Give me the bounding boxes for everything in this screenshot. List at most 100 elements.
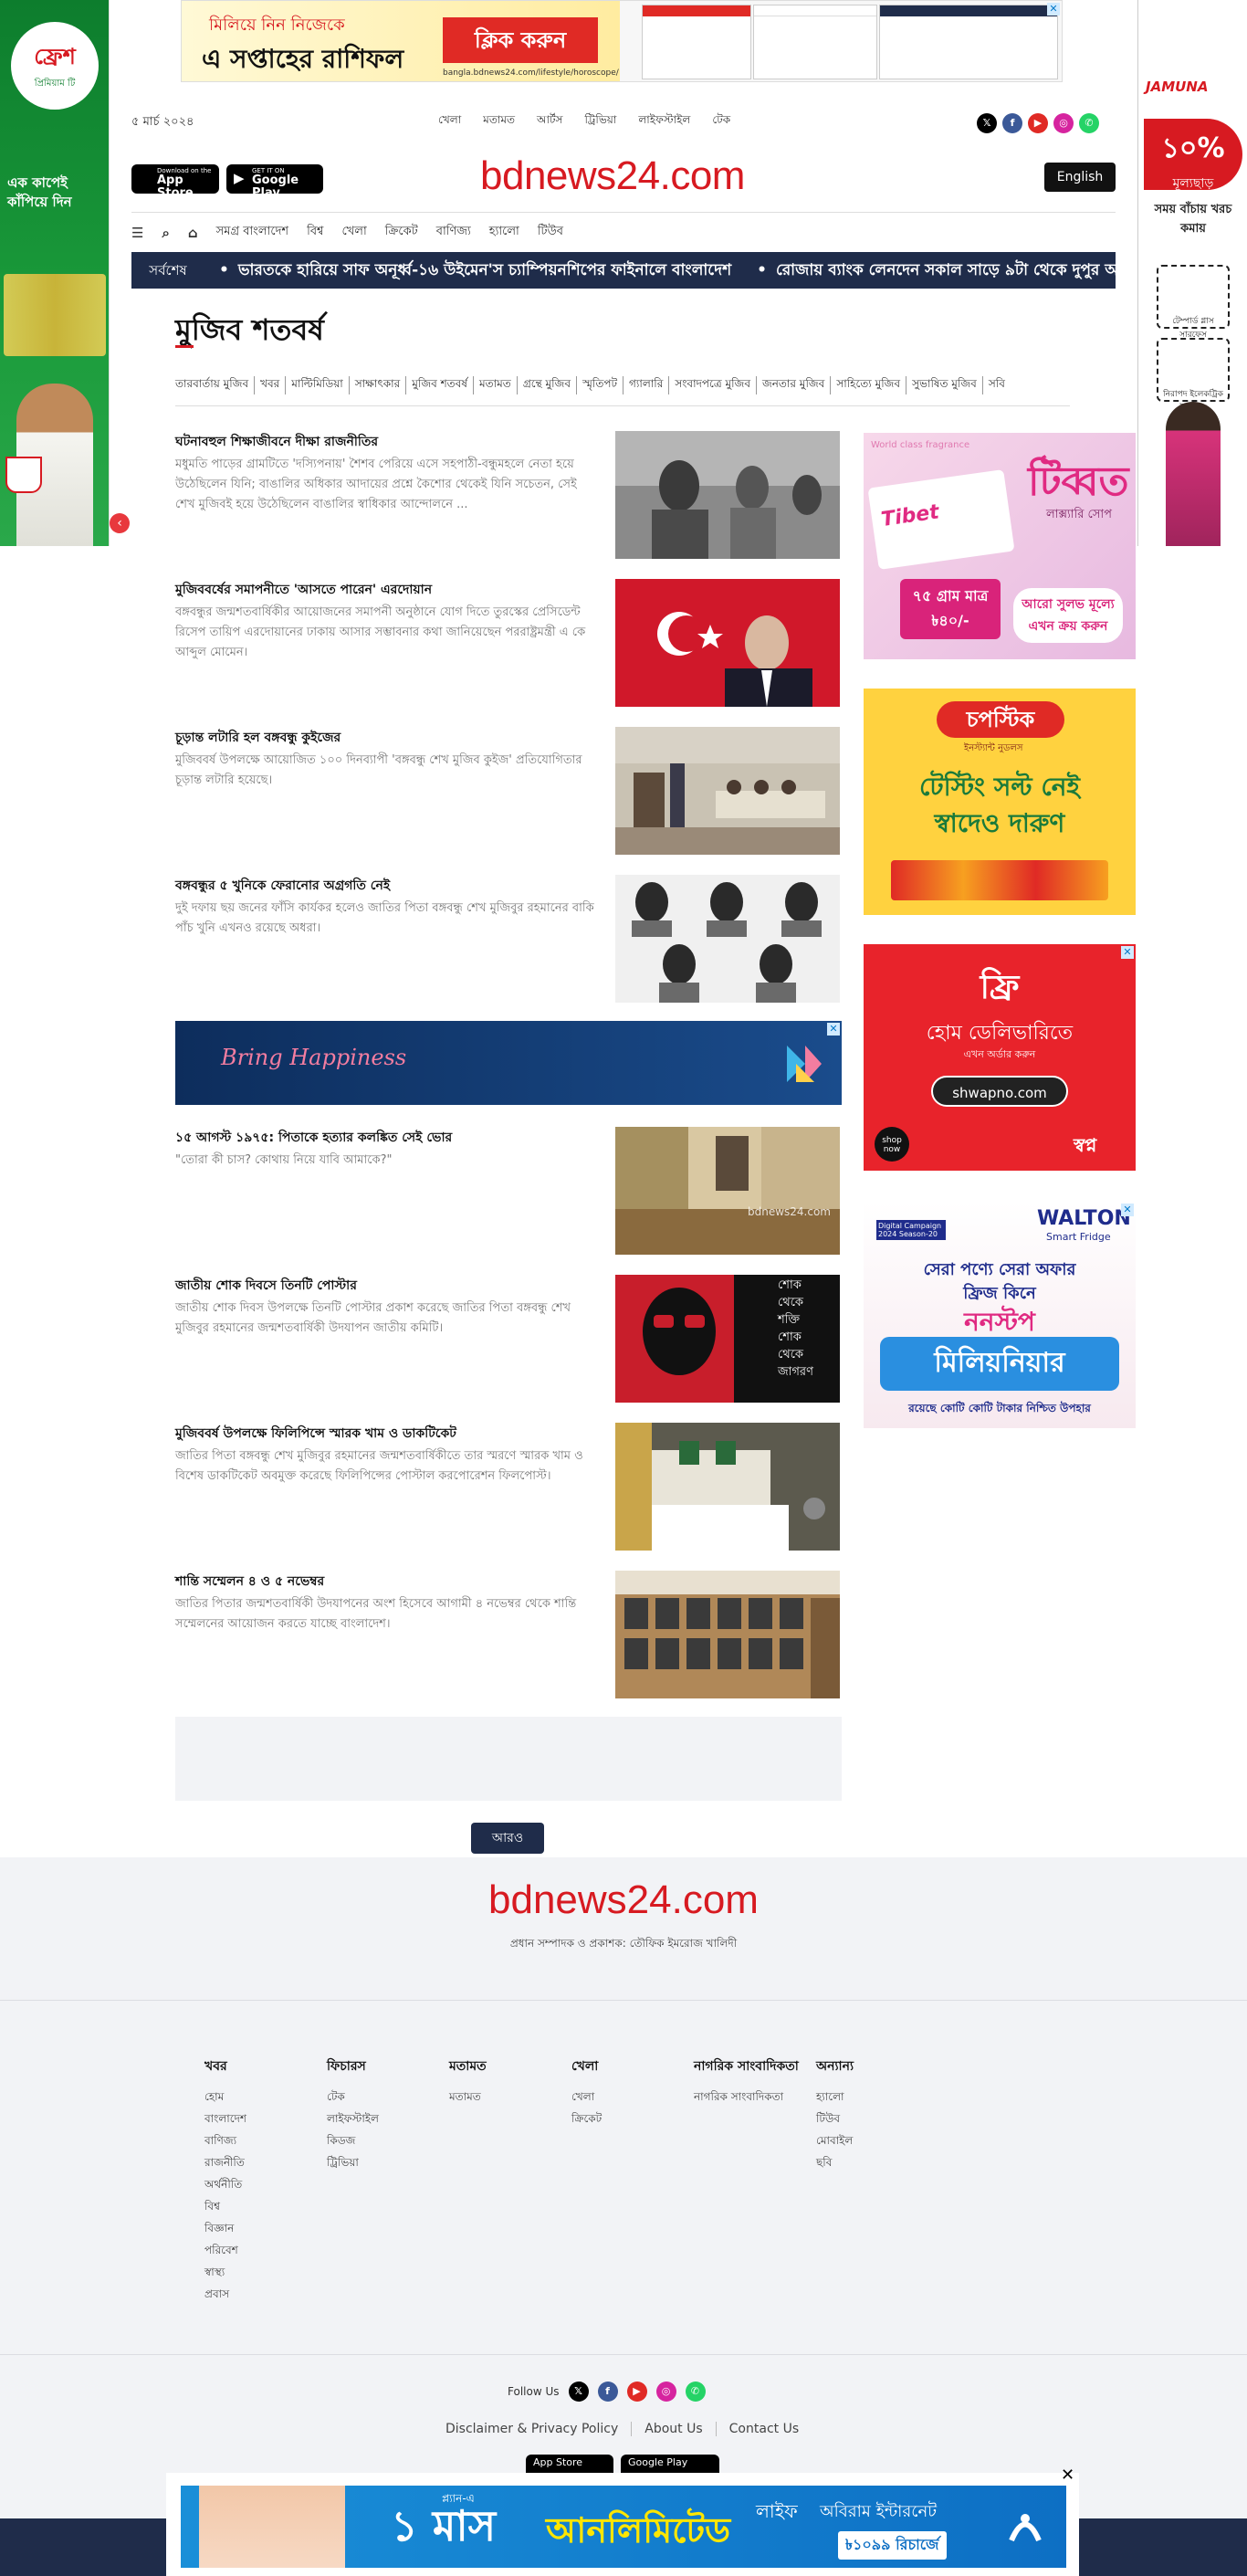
- subnav-item[interactable]: জনতার মুজিব: [757, 376, 832, 394]
- footer-link[interactable]: স্বাস্থ্য: [204, 2261, 305, 2283]
- footer-link[interactable]: প্রবাস: [204, 2283, 305, 2305]
- article-thumbnail[interactable]: [615, 579, 840, 707]
- subnav-item[interactable]: সাহিত্যে মুজিব: [831, 376, 907, 394]
- article-thumbnail[interactable]: bdnews24.com: [615, 1127, 840, 1255]
- shwapno-url-button[interactable]: shwapno.com: [931, 1076, 1068, 1107]
- article-thumbnail[interactable]: শোক থেকে শক্তি শোক থেকে জাগরণ: [615, 1275, 840, 1403]
- footer-link[interactable]: টিউব: [816, 2108, 917, 2129]
- article-card[interactable]: চূড়ান্ত লটারি হল বঙ্গবন্ধু কুইজের মুজিব…: [175, 727, 842, 855]
- youtube-icon[interactable]: ▶: [626, 2381, 647, 2402]
- instagram-icon[interactable]: ◎: [655, 2381, 676, 2402]
- subnav-item[interactable]: তারবার্তায় মুজিব: [175, 376, 256, 394]
- topnav-item-2[interactable]: আর্টস: [537, 112, 562, 131]
- footer-logo[interactable]: bdnews24.com: [0, 1877, 1247, 1923]
- footer-link[interactable]: মতামত: [449, 2086, 550, 2108]
- article-title[interactable]: ঘটনাবহুল শিক্ষাজীবনে দীক্ষা রাজনীতির: [175, 431, 595, 453]
- subnav-item[interactable]: সাক্ষাৎকার: [350, 376, 407, 394]
- article-card[interactable]: জাতীয় শোক দিবসে তিনটি পোস্টার জাতীয় শো…: [175, 1275, 842, 1403]
- app-store-button[interactable]: Download on the App Store: [131, 164, 219, 199]
- ticker-item-1[interactable]: রোজায় ব্যাংক লেনদেন সকাল সাড়ে ৯টা থেকে…: [776, 261, 1116, 279]
- article-card[interactable]: মুজিববর্ষের সমাপনীতে 'আসতে পারেন' এরদোয়…: [175, 579, 842, 707]
- menu-icon[interactable]: ☰: [131, 225, 143, 241]
- facebook-icon[interactable]: f: [597, 2381, 618, 2402]
- mainnav-item-6[interactable]: টিউব: [538, 223, 563, 242]
- ticker-item-0[interactable]: ভারতকে হারিয়ে সাফ অনূর্ধ্ব-১৬ উইমেন'স চ…: [238, 261, 731, 279]
- subnav-item[interactable]: সংবাদপত্রে মুজিব: [669, 376, 757, 394]
- topnav-item-3[interactable]: ট্রিভিয়া: [584, 112, 616, 131]
- ad-close-icon[interactable]: ✕: [1121, 1204, 1134, 1216]
- footer-link[interactable]: অর্থনীতি: [204, 2173, 305, 2195]
- instagram-icon[interactable]: ◎: [1053, 113, 1074, 133]
- mainnav-item-0[interactable]: সমগ্র বাংলাদেশ: [216, 223, 288, 242]
- top-banner-ad[interactable]: মিলিয়ে নিন নিজেকে এ সপ্তাহের রাশিফল ক্ল…: [181, 0, 1063, 82]
- footer-link[interactable]: লাইফস্টাইল: [327, 2108, 427, 2129]
- footer-link[interactable]: মোবাইল: [816, 2129, 917, 2151]
- article-title[interactable]: শান্তি সম্মেলন ৪ ও ৫ নভেম্বর: [175, 1571, 595, 1593]
- footer-link[interactable]: বাংলাদেশ: [204, 2108, 305, 2129]
- topnav-item-4[interactable]: লাইফস্টাইল: [638, 112, 690, 131]
- subnav-item[interactable]: স্মৃতিপট: [577, 376, 624, 394]
- left-arrow-icon[interactable]: ‹: [110, 513, 130, 533]
- article-thumbnail[interactable]: [615, 727, 840, 855]
- topnav-item-0[interactable]: খেলা: [438, 112, 461, 131]
- subnav-item[interactable]: গ্রন্থে মুজিব: [518, 376, 578, 394]
- article-card[interactable]: বঙ্গবন্ধুর ৫ খুনিকে ফেরানোর অগ্রগতি নেই …: [175, 875, 842, 1003]
- mainnav-item-5[interactable]: হ্যালো: [489, 223, 519, 242]
- inline-banner-ad[interactable]: Bring Happiness ✕: [175, 1021, 842, 1105]
- shop-now-badge[interactable]: shop now: [875, 1127, 909, 1162]
- footer-link[interactable]: পরিবেশ: [204, 2239, 305, 2261]
- mainnav-item-2[interactable]: খেলা: [341, 223, 366, 242]
- facebook-icon[interactable]: f: [1002, 113, 1022, 133]
- topnav-item-1[interactable]: মতামত: [483, 112, 515, 131]
- x-twitter-icon[interactable]: 𝕏: [568, 2381, 589, 2402]
- footer-link[interactable]: রাজনীতি: [204, 2151, 305, 2173]
- disclaimer-link[interactable]: Disclaimer & Privacy Policy: [445, 2422, 633, 2436]
- whatsapp-icon[interactable]: ✆: [685, 2381, 706, 2402]
- article-title[interactable]: জাতীয় শোক দিবসে তিনটি পোস্টার: [175, 1275, 595, 1297]
- more-button[interactable]: আরও: [471, 1823, 544, 1854]
- google-play-button[interactable]: ▶ GET IT ON Google Play: [226, 164, 323, 199]
- article-title[interactable]: বঙ্গবন্ধুর ৫ খুনিকে ফেরানোর অগ্রগতি নেই: [175, 875, 595, 897]
- article-thumbnail[interactable]: [615, 1571, 840, 1698]
- ad-close-icon[interactable]: ✕: [1121, 946, 1134, 959]
- footer-link[interactable]: টেক: [327, 2086, 427, 2108]
- footer-link[interactable]: বিশ্ব: [204, 2195, 305, 2217]
- footer-link[interactable]: বাণিজ্য: [204, 2129, 305, 2151]
- subnav-item[interactable]: মতামত: [474, 376, 518, 394]
- whatsapp-icon[interactable]: ✆: [1079, 113, 1099, 133]
- footer-link[interactable]: বিজ্ঞান: [204, 2217, 305, 2239]
- subnav-item[interactable]: খবর: [255, 376, 287, 394]
- article-title[interactable]: মুজিববর্ষ উপলক্ষে ফিলিপিন্সে স্মারক খাম …: [175, 1423, 595, 1445]
- search-icon[interactable]: ⌕: [162, 225, 169, 241]
- article-card[interactable]: মুজিববর্ষ উপলক্ষে ফিলিপিন্সে স্মারক খাম …: [175, 1423, 842, 1551]
- chopstick-noodles-ad[interactable]: চপস্টিক ইনস্ট্যান্ট নুডলস টেস্টিং সল্ট ন…: [864, 689, 1136, 915]
- article-card[interactable]: ঘটনাবহুল শিক্ষাজীবনে দীক্ষা রাজনীতির মধু…: [175, 431, 842, 559]
- ad-close-icon[interactable]: ✕: [1047, 3, 1060, 16]
- article-thumbnail[interactable]: [615, 875, 840, 1003]
- footer-link[interactable]: কিডজ: [327, 2129, 427, 2151]
- mainnav-item-4[interactable]: বাণিজ্য: [436, 223, 471, 242]
- article-card[interactable]: ১৫ আগস্ট ১৯৭৫: পিতাকে হত্যার কলঙ্কিত সেই…: [175, 1127, 842, 1255]
- english-button[interactable]: English: [1044, 163, 1116, 192]
- subnav-item[interactable]: গ্যালারি: [624, 376, 670, 394]
- footer-link[interactable]: ছবি: [816, 2151, 917, 2173]
- footer-link[interactable]: ক্রিকেট: [571, 2108, 672, 2129]
- article-title[interactable]: চূড়ান্ত লটারি হল বঙ্গবন্ধু কুইজের: [175, 727, 595, 749]
- bottom-sticky-ad[interactable]: প্ল্যান-এ ১ মাস আনলিমিটেড লাইফ অবিরাম ইন…: [181, 2486, 1066, 2568]
- article-title[interactable]: ১৫ আগস্ট ১৯৭৫: পিতাকে হত্যার কলঙ্কিত সেই…: [175, 1127, 595, 1149]
- site-logo[interactable]: bdnews24.com: [480, 153, 745, 199]
- tibet-soap-ad[interactable]: World class fragrance টিব্বত লাক্স্যারি …: [864, 433, 1136, 659]
- footer-link[interactable]: নাগরিক সাংবাদিকতা: [694, 2086, 803, 2108]
- article-thumbnail[interactable]: [615, 1423, 840, 1551]
- mainnav-item-1[interactable]: বিশ্ব: [307, 223, 323, 242]
- sticky-ad-close-icon[interactable]: ✕: [1061, 2466, 1074, 2485]
- about-link[interactable]: About Us: [632, 2422, 717, 2436]
- article-title[interactable]: মুজিববর্ষের সমাপনীতে 'আসতে পারেন' এরদোয়…: [175, 579, 595, 601]
- shwapno-ad[interactable]: ফ্রি হোম ডেলিভারিতে এখন অর্ডার করুন shwa…: [864, 944, 1136, 1171]
- footer-link[interactable]: ট্রিভিয়া: [327, 2151, 427, 2173]
- walton-fridge-ad[interactable]: WALTON Smart Fridge Digital Campaign 202…: [864, 1202, 1136, 1428]
- subnav-item[interactable]: সবি: [983, 376, 1011, 394]
- youtube-icon[interactable]: ▶: [1028, 113, 1048, 133]
- article-card[interactable]: শান্তি সম্মেলন ৪ ও ৫ নভেম্বর জাতির পিতার…: [175, 1571, 842, 1698]
- left-side-ad[interactable]: ফ্রেশ প্রিমিয়াম টি এক কাপেই কাঁপিয়ে দি…: [0, 0, 110, 546]
